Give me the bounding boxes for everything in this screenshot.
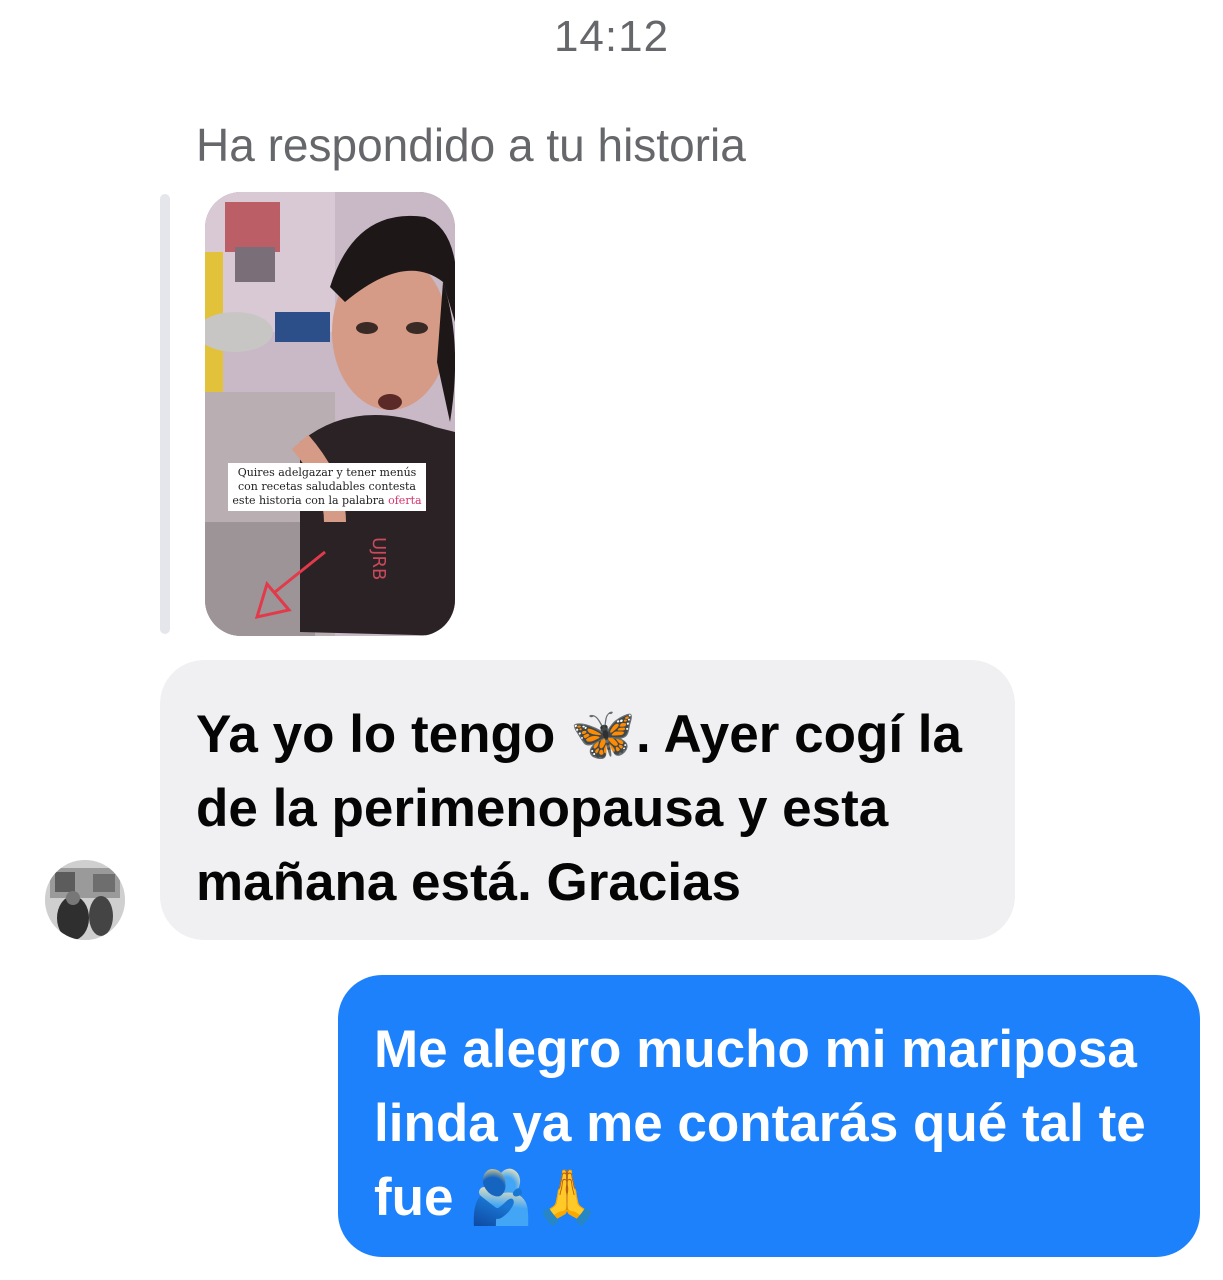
avatar-image bbox=[45, 860, 125, 940]
story-caption-keyword: oferta bbox=[388, 494, 422, 507]
shirt-print: UJRB bbox=[368, 537, 389, 580]
butterfly-emoji-icon: 🦋 bbox=[570, 704, 637, 765]
story-caption: Quires adelgazar y tener menús con recet… bbox=[228, 463, 426, 511]
story-reply-label: Ha respondido a tu historia bbox=[196, 119, 746, 171]
people-hugging-emoji-icon: 🫂 bbox=[468, 1167, 535, 1228]
story-preview[interactable]: UJRB Quires adelgazar y tener menús con … bbox=[205, 192, 455, 636]
message-timestamp: 14:12 bbox=[553, 12, 670, 61]
quote-bar bbox=[160, 194, 170, 634]
conversation-screen: 14:12 Ha respondido a tu historia UJRB Q… bbox=[0, 0, 1223, 1280]
story-image: UJRB bbox=[205, 192, 455, 636]
outgoing-message-bubble[interactable]: Me alegro mucho mi mariposa linda ya me … bbox=[338, 975, 1200, 1257]
incoming-message-bubble[interactable]: Ya yo lo tengo 🦋. Ayer cogí la de la per… bbox=[160, 660, 1015, 940]
folded-hands-emoji-icon: 🙏 bbox=[534, 1167, 601, 1228]
message-text-part1: Ya yo lo tengo bbox=[196, 705, 571, 764]
contact-avatar[interactable] bbox=[45, 860, 125, 940]
